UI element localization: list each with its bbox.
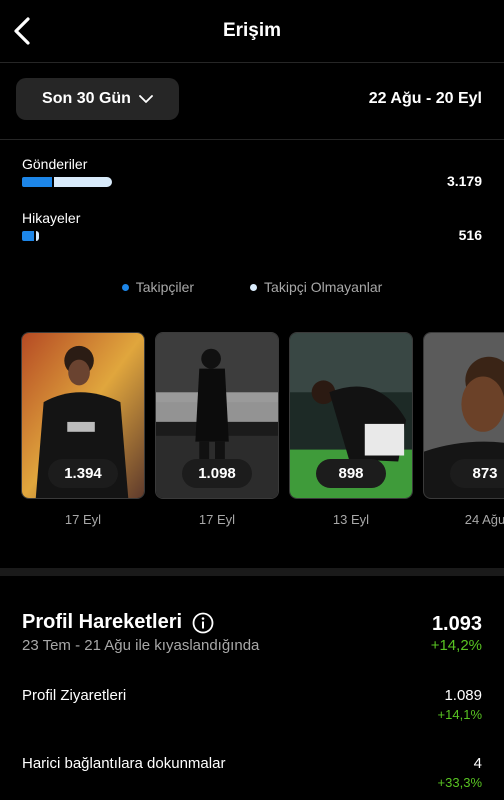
profile-activity-total: 1.093 [431,613,482,635]
profile-activity-change: +14,2% [430,637,482,654]
content-date: 17 Eyl [198,512,236,527]
info-icon[interactable] [192,612,214,634]
legend-followers-label: Takipçiler [135,279,195,295]
stories-value: 516 [458,227,482,243]
content-thumbnail[interactable]: 1.098 [155,332,279,499]
date-range-dropdown[interactable]: Son 30 Gün [16,78,179,120]
date-range-text: 22 Ağu - 20 Eyl [368,90,482,107]
followers-segment [22,231,34,241]
non-followers-segment [36,231,39,241]
divider [0,62,504,63]
content-date: 24 Ağu [464,512,504,527]
content-date: 13 Eyl [332,512,370,527]
stories-reach-bar [22,231,39,241]
section-divider [0,568,504,576]
legend: Takipçiler Takipçi Olmayanlar [0,279,504,295]
stories-label: Hikayeler [22,210,81,226]
profile-visits-change: +14,1% [437,707,482,722]
profile-visits-label: Profil Ziyaretleri [22,687,127,704]
reach-count-badge: 873 [450,459,504,488]
profile-activity-title: Profil Hareketleri [22,611,183,633]
top-bar: Erişim [0,0,504,62]
reach-count-badge: 1.098 [182,459,252,488]
top-content-carousel[interactable]: 1.394 17 Eyl 1.098 17 Eyl 898 13 Eyl 873… [21,332,504,532]
page-title: Erişim [222,20,282,41]
posts-label: Gönderiler [22,156,88,172]
chevron-down-icon [139,95,153,103]
reach-count-badge: 1.394 [48,459,118,488]
non-followers-segment [54,177,112,187]
legend-followers: Takipçiler [121,279,195,295]
legend-non-followers-label: Takipçi Olmayanlar [264,279,383,295]
divider [0,139,504,140]
comparison-period: 23 Tem - 21 Ağu ile kıyaslandığında [22,637,260,654]
reach-count-badge: 898 [316,459,386,488]
external-link-taps-value: 4 [473,755,482,772]
followers-dot-icon [121,283,129,291]
posts-value: 3.179 [446,173,482,189]
profile-visits-value: 1.089 [444,687,482,704]
date-range-dropdown-label: Son 30 Gün [42,90,131,107]
content-date: 17 Eyl [64,512,102,527]
legend-non-followers: Takipçi Olmayanlar [250,279,382,295]
content-thumbnail[interactable]: 1.394 [21,332,145,499]
profile-activity-header: Profil Hareketleri [22,611,214,634]
external-link-taps-label: Harici bağlantılara dokunmalar [22,755,226,772]
external-link-taps-change: +33,3% [437,775,482,790]
followers-segment [22,177,52,187]
posts-reach-bar [22,177,112,187]
non-followers-dot-icon [250,283,258,291]
content-thumbnail[interactable]: 873 [423,332,504,499]
content-thumbnail[interactable]: 898 [289,332,413,499]
